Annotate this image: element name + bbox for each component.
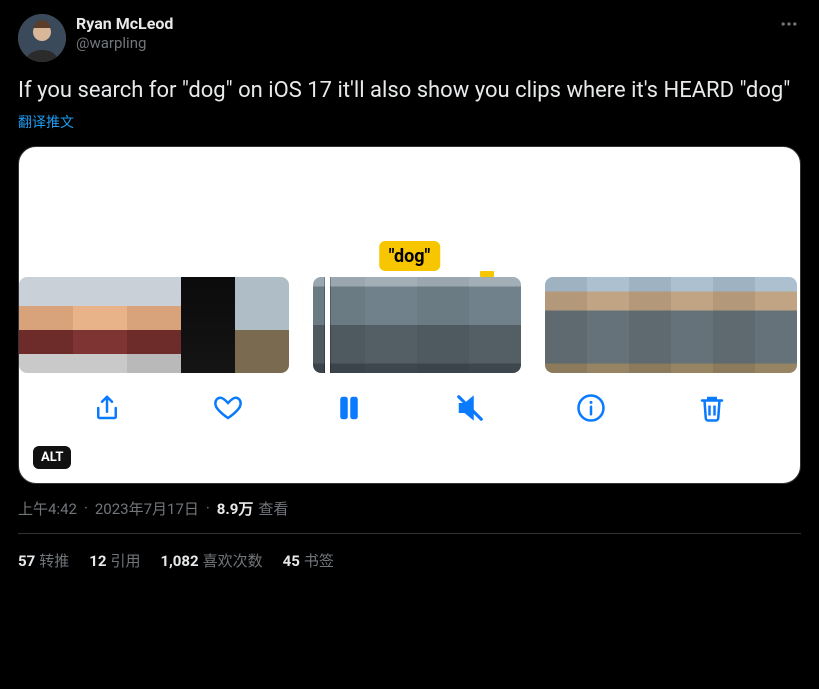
more-button[interactable]	[779, 14, 799, 38]
clip-thumbnail[interactable]	[313, 277, 521, 373]
search-tag: "dog"	[379, 241, 441, 271]
avatar-photo	[18, 14, 66, 62]
tweet-text: If you search for "dog" on iOS 17 it'll …	[18, 76, 801, 106]
quotes-stat[interactable]: 12引用	[89, 550, 140, 571]
info-icon	[576, 393, 606, 423]
more-icon	[779, 14, 799, 34]
mute-icon	[455, 393, 485, 423]
pause-button[interactable]	[331, 390, 367, 426]
translate-link[interactable]: 翻译推文	[18, 112, 74, 132]
handle[interactable]: @warpling	[76, 34, 173, 53]
mute-button[interactable]	[452, 390, 488, 426]
video-scrubber[interactable]	[19, 277, 800, 373]
like-button[interactable]	[210, 390, 246, 426]
views-count[interactable]: 8.9万	[217, 498, 254, 519]
delete-button[interactable]	[694, 390, 730, 426]
author-names: Ryan McLeod @warpling	[76, 14, 173, 53]
likes-stat[interactable]: 1,082喜欢次数	[160, 550, 262, 571]
playhead[interactable]	[325, 277, 330, 373]
media-toolbar	[19, 373, 800, 443]
views-label: 查看	[258, 498, 288, 519]
bookmarks-stat[interactable]: 45书签	[283, 550, 334, 571]
media-card[interactable]: "dog"	[18, 146, 801, 484]
share-button[interactable]	[89, 390, 125, 426]
tweet-container: Ryan McLeod @warpling If you search for …	[0, 0, 819, 571]
retweets-stat[interactable]: 57转推	[18, 550, 69, 571]
clip-thumbnail[interactable]	[19, 277, 289, 373]
alt-badge[interactable]: ALT	[33, 446, 71, 469]
trash-icon	[697, 393, 727, 423]
media-header: "dog"	[19, 147, 800, 277]
clip-thumbnail[interactable]	[545, 277, 797, 373]
tweet-stats: 57转推 12引用 1,082喜欢次数 45书签	[18, 534, 801, 571]
heart-icon	[213, 393, 243, 423]
tweet-meta: 上午4:42 · 2023年7月17日 · 8.9万 查看	[18, 498, 801, 519]
avatar[interactable]	[18, 14, 66, 62]
share-icon	[92, 393, 122, 423]
tweet-header: Ryan McLeod @warpling	[18, 14, 801, 62]
tweet-date[interactable]: 2023年7月17日	[95, 498, 199, 519]
pause-icon	[334, 393, 364, 423]
info-button[interactable]	[573, 390, 609, 426]
tweet-time[interactable]: 上午4:42	[18, 498, 77, 519]
display-name[interactable]: Ryan McLeod	[76, 14, 173, 34]
